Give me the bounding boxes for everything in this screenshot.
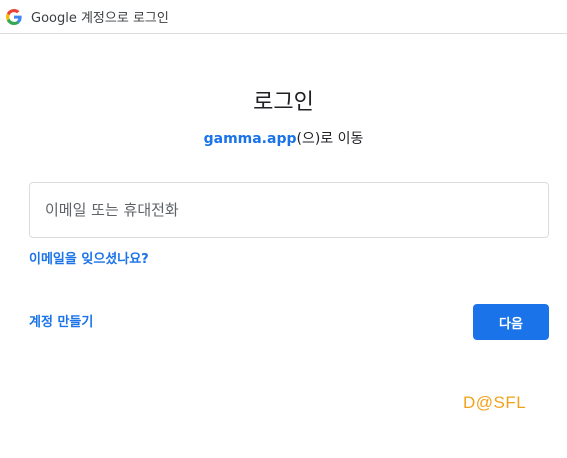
forgot-email-link[interactable]: 이메일을 잊으셨나요?: [29, 248, 149, 267]
header-bar: Google 계정으로 로그인: [0, 0, 567, 34]
watermark: D@SFL: [463, 393, 527, 412]
create-account-link[interactable]: 계정 만들기: [29, 311, 93, 330]
subtitle-suffix: (으)로 이동: [296, 131, 364, 147]
header-title: Google 계정으로 로그인: [31, 11, 169, 26]
email-field-container[interactable]: [29, 182, 549, 238]
google-signin-page: Google 계정으로 로그인 로그인 gamma.app(으)로 이동 이메일…: [0, 0, 567, 458]
app-link[interactable]: gamma.app: [204, 131, 297, 147]
email-field[interactable]: [45, 195, 525, 225]
subtitle: gamma.app(으)로 이동: [0, 128, 567, 148]
google-g-logo-icon: [6, 8, 22, 25]
next-button[interactable]: 다음: [473, 304, 549, 340]
page-title: 로그인: [253, 90, 314, 115]
